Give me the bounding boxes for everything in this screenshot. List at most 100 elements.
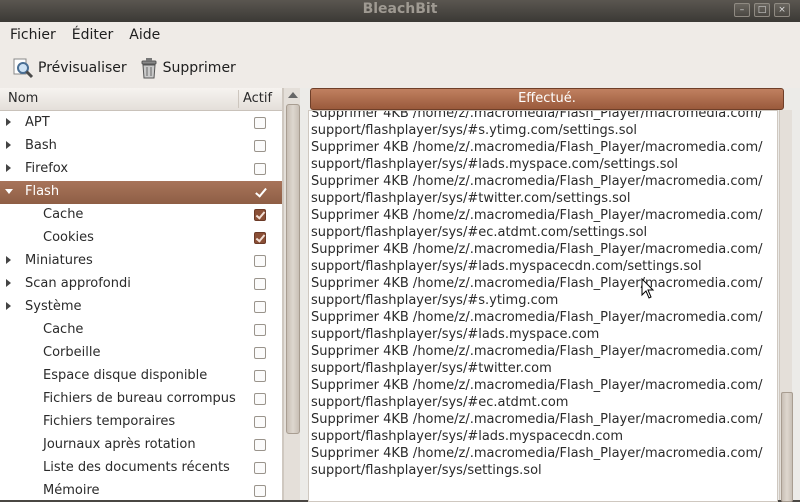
expander-closed-icon[interactable] (6, 164, 11, 172)
window-title: BleachBit (362, 1, 438, 17)
tree-row[interactable]: Liste des documents récents (0, 457, 282, 480)
log-line: support/flashplayer/sys/#ec.atdmt.com/se… (311, 225, 648, 240)
active-checkbox[interactable] (254, 393, 266, 405)
tree-row[interactable]: APT (0, 112, 282, 135)
active-checkbox[interactable] (254, 232, 266, 244)
active-checkbox[interactable] (254, 370, 266, 382)
menu-bar: Fichier Éditer Aide (0, 22, 800, 48)
progress-bar: Effectué. (310, 88, 784, 110)
expander-closed-icon[interactable] (6, 118, 11, 126)
tree-row[interactable]: Corbeille (0, 342, 282, 365)
tree-row-label: Miniatures (25, 253, 93, 268)
tree-row[interactable]: Fichiers de bureau corrompus (0, 388, 282, 411)
tree-row-label: Mémoire (43, 483, 100, 498)
log-line: Supprimer 4KB /home/z/.macromedia/Flash_… (311, 140, 763, 155)
active-checkbox[interactable] (254, 347, 266, 359)
output-pane: Effectué. Supprimer 4KB /home/z/.macrome… (300, 88, 800, 502)
tree-row[interactable]: Bash (0, 135, 282, 158)
log-line: Supprimer 4KB /home/z/.macromedia/Flash_… (311, 174, 763, 189)
maximize-button[interactable]: □ (754, 3, 770, 17)
log-line: support/flashplayer/sys/#lads.myspacecdn… (311, 259, 702, 274)
tree-row[interactable]: Espace disque disponible (0, 365, 282, 388)
tree-row-label: Espace disque disponible (43, 368, 208, 383)
minimize-button[interactable]: – (734, 3, 750, 17)
expander-closed-icon[interactable] (6, 302, 11, 310)
log-line: Supprimer 4KB /home/z/.macromedia/Flash_… (311, 344, 763, 359)
scrollbar-thumb[interactable] (286, 104, 300, 434)
log-scrollbar[interactable] (779, 110, 793, 502)
tree-scrollbar[interactable] (283, 88, 301, 500)
column-separator (238, 90, 239, 108)
log-textview[interactable]: Supprimer 4KB /home/z/.macromedia/Flash_… (308, 110, 778, 502)
log-line: Supprimer 4KB /home/z/.macromedia/Flash_… (311, 310, 763, 325)
active-checkbox[interactable] (254, 485, 266, 497)
active-checkbox[interactable] (254, 163, 266, 175)
log-line: Supprimer 4KB /home/z/.macromedia/Flash_… (311, 378, 763, 393)
title-bar: BleachBit – □ × (0, 0, 800, 22)
expander-closed-icon[interactable] (6, 279, 11, 287)
tree-row-label: Liste des documents récents (43, 460, 230, 475)
column-active-header[interactable]: Actif (243, 91, 272, 106)
close-button[interactable]: × (774, 3, 790, 17)
log-line: support/flashplayer/sys/#lads.myspacecdn… (311, 429, 623, 444)
column-name-header[interactable]: Nom (8, 91, 38, 106)
menu-editer[interactable]: Éditer (72, 27, 113, 43)
active-checkbox[interactable] (254, 439, 266, 451)
active-checkbox[interactable] (254, 140, 266, 152)
tree-row[interactable]: Journaux après rotation (0, 434, 282, 457)
log-line: Supprimer 4KB /home/z/.macromedia/Flash_… (311, 412, 763, 427)
tree-header: Nom Actif (0, 88, 282, 111)
delete-button[interactable]: Supprimer (139, 57, 236, 79)
delete-label: Supprimer (162, 60, 236, 76)
log-scrollbar-thumb[interactable] (781, 392, 793, 502)
active-checkbox[interactable] (254, 324, 266, 336)
log-line: support/flashplayer/sys/#s.ytimg.com/set… (311, 123, 638, 138)
menu-fichier[interactable]: Fichier (10, 27, 56, 43)
expander-closed-icon[interactable] (6, 141, 11, 149)
tree-row[interactable]: Miniatures (0, 250, 282, 273)
tree-row[interactable]: Cookies (0, 227, 282, 250)
tree-row-label: Scan approfondi (25, 276, 131, 291)
tree-row-label: Fichiers temporaires (43, 414, 176, 429)
log-line: support/flashplayer/sys/#twitter.com/set… (311, 191, 631, 206)
log-line: support/flashplayer/sys/#twitter.com (311, 361, 552, 376)
tree-row[interactable]: Cache (0, 319, 282, 342)
active-checkbox[interactable] (254, 255, 266, 267)
tree-rows: APT Bash Firefox Flash Cache Cookies Miniature… (0, 112, 282, 500)
magnifier-icon (12, 57, 34, 79)
preview-button[interactable]: Prévisualiser (12, 57, 127, 79)
log-line: support/flashplayer/sys/#ec.atdmt.com (311, 395, 569, 410)
tree-row-label: APT (25, 115, 50, 130)
log-line: support/flashplayer/sys/#lads.myspace.co… (311, 327, 600, 342)
preview-label: Prévisualiser (38, 60, 127, 76)
expander-closed-icon[interactable] (6, 256, 11, 264)
log-line: support/flashplayer/sys/#lads.myspace.co… (311, 157, 679, 172)
log-line: Supprimer 4KB /home/z/.macromedia/Flash_… (311, 110, 763, 121)
tree-row[interactable]: Firefox (0, 158, 282, 181)
log-line: Supprimer 4KB /home/z/.macromedia/Flash_… (311, 446, 763, 461)
tree-row[interactable]: Fichiers temporaires (0, 411, 282, 434)
active-checkbox[interactable] (254, 209, 266, 221)
tree-row[interactable]: Système (0, 296, 282, 319)
menu-aide[interactable]: Aide (129, 27, 160, 43)
tree-row[interactable]: Cache (0, 204, 282, 227)
tree-row[interactable]: Scan approfondi (0, 273, 282, 296)
log-line: Supprimer 4KB /home/z/.macromedia/Flash_… (311, 276, 763, 291)
log-line: Supprimer 4KB /home/z/.macromedia/Flash_… (311, 208, 763, 223)
expander-open-icon[interactable] (5, 189, 13, 194)
tree-row-label: Journaux après rotation (43, 437, 196, 452)
tree-row[interactable]: Flash (0, 181, 282, 204)
trash-icon (139, 57, 159, 79)
toolbar: Prévisualiser Supprimer (0, 48, 800, 89)
active-checkbox[interactable] (254, 117, 266, 129)
active-checkbox[interactable] (254, 301, 266, 313)
active-checkbox[interactable] (254, 186, 266, 198)
tree-row-label: Cache (43, 207, 84, 222)
active-checkbox[interactable] (254, 462, 266, 474)
active-checkbox[interactable] (254, 416, 266, 428)
active-checkbox[interactable] (254, 278, 266, 290)
log-lines: Supprimer 4KB /home/z/.macromedia/Flash_… (311, 110, 773, 479)
tree-row[interactable]: Mémoire (0, 480, 282, 500)
tree-row-label: Système (25, 299, 82, 314)
scroll-up-arrow-icon[interactable] (288, 92, 298, 98)
